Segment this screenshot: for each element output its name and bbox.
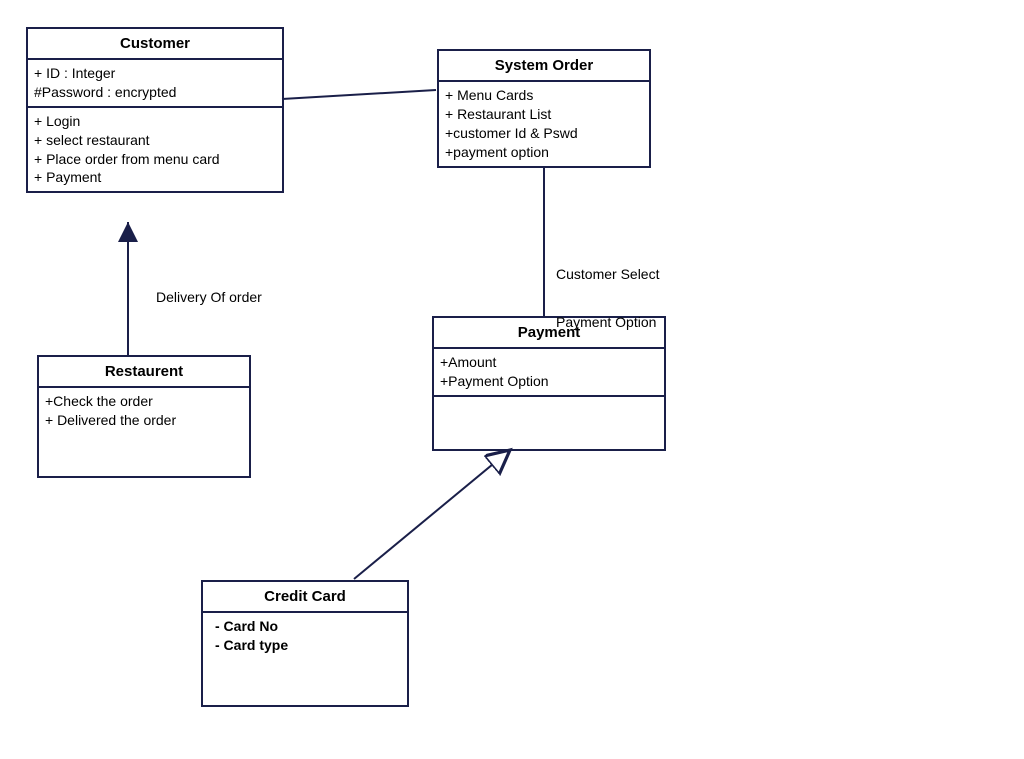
attr: +Check the order (45, 392, 243, 411)
attr: - Card type (209, 636, 401, 655)
attr: #Password : encrypted (34, 83, 276, 102)
attr: + Delivered the order (45, 411, 243, 430)
attr: +Amount (440, 353, 658, 372)
op: + select restaurant (34, 131, 276, 150)
label-line: Payment Option (556, 314, 659, 330)
class-customer-attrs: + ID : Integer #Password : encrypted (28, 60, 282, 108)
class-system-order-title: System Order (439, 51, 649, 82)
attr: + ID : Integer (34, 64, 276, 83)
class-system-order: System Order + Menu Cards + Restaurant L… (437, 49, 651, 168)
attr: + Restaurant List (445, 105, 643, 124)
class-credit-card-attrs: - Card No - Card type (203, 613, 407, 705)
class-restaurant-attrs: +Check the order + Delivered the order (39, 388, 249, 476)
class-payment-attrs: +Amount +Payment Option (434, 349, 664, 397)
edge-creditcard-to-payment (354, 450, 510, 579)
edge-label-select-payment: Customer Select Payment Option (556, 234, 659, 346)
edge-label-delivery: Delivery Of order (156, 289, 262, 305)
attr: +payment option (445, 143, 643, 162)
class-credit-card-title: Credit Card (203, 582, 407, 613)
class-customer-title: Customer (28, 29, 282, 60)
attr: +customer Id & Pswd (445, 124, 643, 143)
class-restaurant-title: Restaurent (39, 357, 249, 388)
attr: + Menu Cards (445, 86, 643, 105)
class-customer: Customer + ID : Integer #Password : encr… (26, 27, 284, 193)
attr: +Payment Option (440, 372, 658, 391)
op: + Login (34, 112, 276, 131)
class-customer-ops: + Login + select restaurant + Place orde… (28, 108, 282, 192)
class-payment-ops (434, 397, 664, 449)
class-restaurant: Restaurent +Check the order + Delivered … (37, 355, 251, 478)
op: + Place order from menu card (34, 150, 276, 169)
edge-customer-to-systemorder (282, 90, 436, 99)
class-credit-card: Credit Card - Card No - Card type (201, 580, 409, 707)
op: + Payment (34, 168, 276, 187)
class-system-order-attrs: + Menu Cards + Restaurant List +customer… (439, 82, 649, 166)
label-line: Customer Select (556, 266, 659, 282)
attr: - Card No (209, 617, 401, 636)
